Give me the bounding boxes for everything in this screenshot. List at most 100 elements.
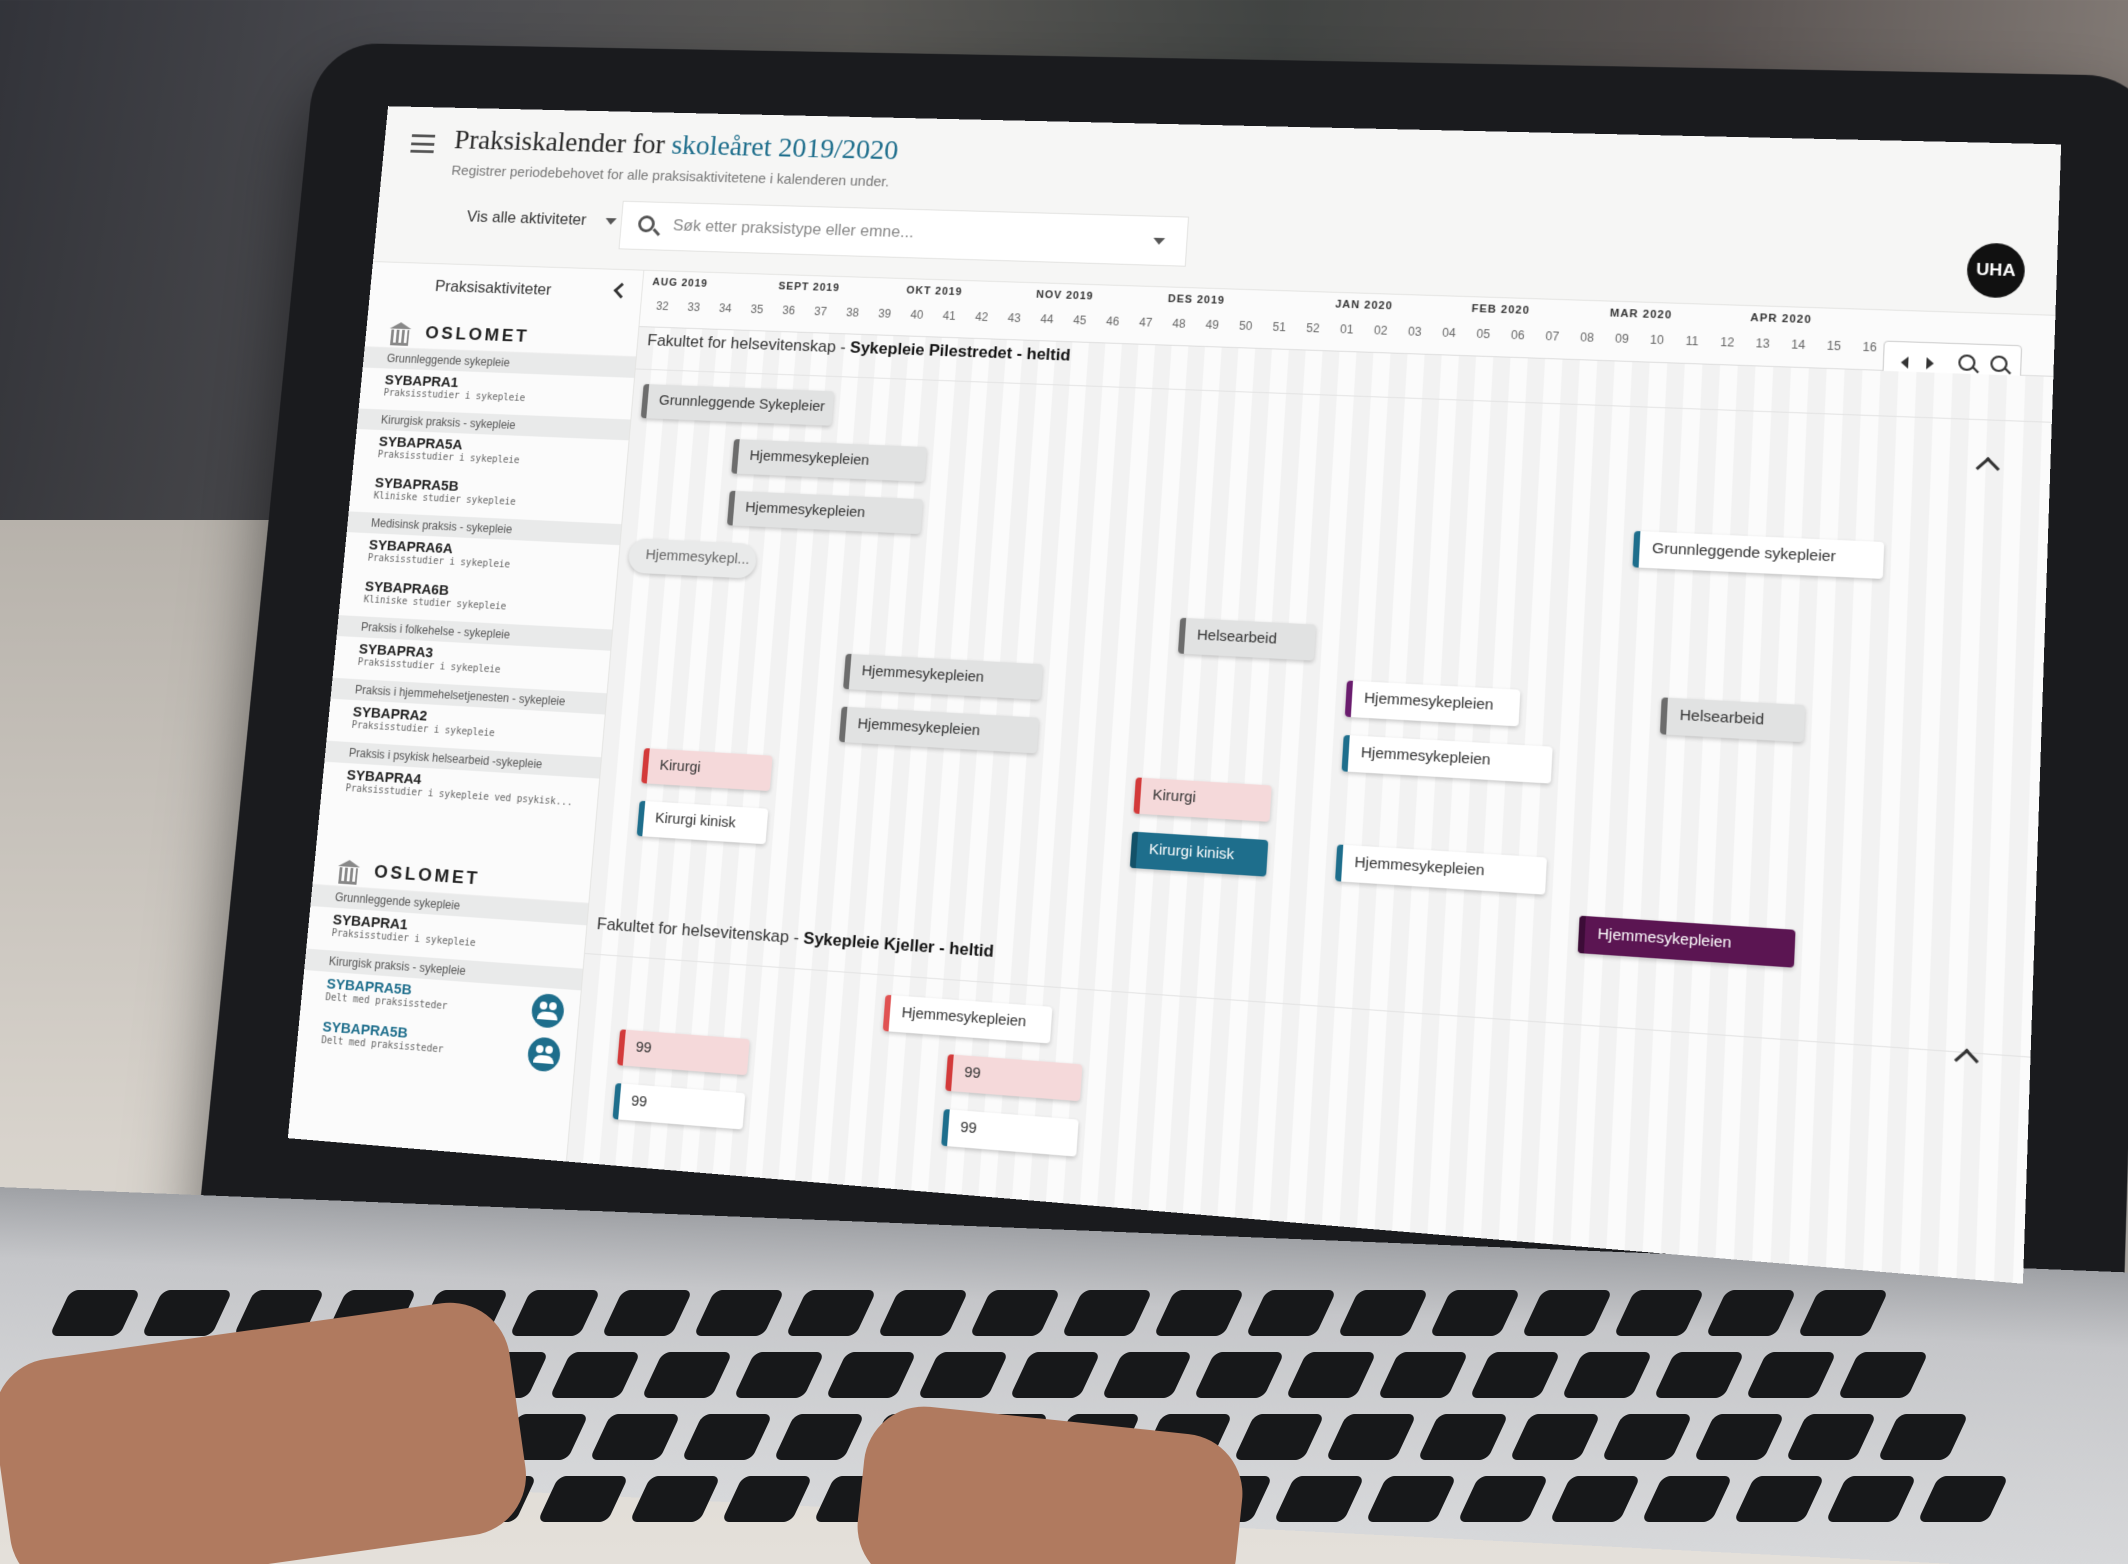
chevron-down-icon [604, 218, 617, 225]
week-number: 04 [1441, 325, 1457, 340]
keyboard-key [1285, 1352, 1377, 1398]
sidebar-org-name: OSLOMET [424, 322, 531, 347]
app-screen: Praksiskalender for skoleåret 2019/2020 … [287, 106, 2062, 1284]
week-number: 42 [974, 310, 989, 324]
avatar[interactable]: UHA [1966, 242, 2026, 299]
keyboard-key [1705, 1290, 1797, 1336]
institution-icon [389, 322, 412, 343]
keyboard-key [969, 1290, 1061, 1336]
activity-bar[interactable]: Helsearbeid [1177, 617, 1316, 661]
week-number: 34 [718, 301, 733, 316]
activity-bar[interactable]: Kirurgi [1133, 777, 1272, 822]
keyboard-key [785, 1290, 877, 1336]
week-number: 44 [1040, 312, 1054, 327]
keyboard-key [1193, 1352, 1285, 1398]
activity-bar[interactable]: Kirurgi [641, 748, 773, 792]
keyboard-key [1693, 1414, 1785, 1460]
activity-bar[interactable]: Hjemmesykepleien [843, 653, 1043, 700]
activity-bar[interactable]: 99 [945, 1054, 1083, 1102]
keyboard-key [877, 1290, 969, 1336]
keyboard-key [1825, 1476, 1917, 1522]
keyboard-key [1153, 1290, 1245, 1336]
week-number: 37 [813, 304, 828, 319]
keyboard-key [1745, 1352, 1837, 1398]
next-arrow-icon[interactable] [1926, 357, 1935, 370]
activity-bar[interactable]: Hjemmesykepleien [726, 490, 923, 535]
keyboard-key [589, 1414, 681, 1460]
keyboard-key [509, 1290, 601, 1336]
keyboard-key [1601, 1414, 1693, 1460]
keyboard-key [917, 1352, 1009, 1398]
activity-bar[interactable]: 99 [941, 1109, 1079, 1157]
week-number: 10 [1649, 332, 1665, 348]
week-number: 38 [845, 305, 860, 320]
keyboard-key [825, 1352, 917, 1398]
week-number: 05 [1476, 326, 1491, 342]
keyboard-key [1733, 1476, 1825, 1522]
month-label: AUG 2019 [651, 276, 709, 290]
keyboard-key [1457, 1476, 1549, 1522]
activity-bar[interactable]: Hjemmesykepleien [838, 706, 1040, 754]
hamburger-menu-icon[interactable] [410, 134, 436, 154]
activity-bar[interactable]: Grunnleggende sykepleier [1632, 530, 1885, 579]
keyboard-key [1877, 1414, 1969, 1460]
section-program: Sykepleie Pilestredet - heltid [849, 338, 1072, 365]
activity-bar[interactable]: Hjemmesykepleien [1577, 915, 1796, 968]
search-input[interactable]: Søk etter praksistype eller emne... [618, 200, 1190, 267]
week-number: 52 [1305, 321, 1321, 336]
activity-bar[interactable]: Hjemmesykepleien [1335, 844, 1547, 895]
page-title: Praksiskalender for skoleåret 2019/2020 [453, 124, 900, 167]
activity-bar[interactable]: Kirurgi kinisk [1129, 831, 1269, 877]
month-label: NOV 2019 [1035, 289, 1094, 303]
week-number: 09 [1614, 331, 1630, 346]
keyboard-key [629, 1476, 721, 1522]
zoom-out-icon[interactable] [1990, 355, 2008, 373]
keyboard-key [549, 1352, 641, 1398]
week-number: 47 [1138, 315, 1153, 330]
keyboard-key [1337, 1290, 1429, 1336]
activity-filter-dropdown[interactable]: Vis alle aktiviteter [466, 208, 617, 231]
week-number: 03 [1407, 324, 1422, 339]
search-placeholder: Søk etter praksistype eller emne... [672, 216, 915, 242]
keyboard-key [733, 1352, 825, 1398]
activity-bar[interactable]: 99 [617, 1029, 750, 1076]
keyboard-key [601, 1290, 693, 1336]
keyboard-key [1245, 1290, 1337, 1336]
month-label: DES 2019 [1167, 293, 1226, 307]
week-number: 45 [1072, 313, 1087, 328]
week-number: 33 [687, 300, 701, 315]
keyboard-key [1377, 1352, 1469, 1398]
chevron-left-icon[interactable] [613, 282, 630, 299]
keyboard-key [1549, 1476, 1641, 1522]
keyboard-key [1797, 1290, 1889, 1336]
section-title: Fakultet for helsevitenskap - Sykepleie … [596, 914, 994, 962]
week-number: 01 [1339, 322, 1354, 337]
keyboard-key [1101, 1352, 1193, 1398]
activity-bar[interactable]: Hjemmesykepleien [731, 439, 927, 482]
institution-icon [337, 859, 361, 882]
activity-bar[interactable]: Hjemmesykepleien [1341, 734, 1553, 784]
previous-arrow-icon[interactable] [1900, 356, 1909, 369]
keyboard-key [773, 1414, 865, 1460]
keyboard-key [1837, 1352, 1929, 1398]
month-label: FEB 2020 [1471, 303, 1531, 317]
activity-bar[interactable]: Helsearbeid [1659, 697, 1806, 743]
activity-bar[interactable]: Hjemmesykepl... [627, 537, 758, 579]
section-program: Sykepleie Kjeller - heltid [802, 928, 995, 961]
page-title-accent: skoleåret 2019/2020 [670, 129, 900, 166]
keyboard-key [537, 1476, 629, 1522]
week-number: 06 [1510, 328, 1525, 343]
activity-filter-label: Vis alle aktiviteter [466, 207, 588, 229]
week-number: 32 [655, 299, 670, 313]
activity-bar[interactable]: Hjemmesykepleien [882, 994, 1053, 1044]
chevron-up-icon[interactable] [1975, 456, 2000, 481]
activity-bar[interactable]: Grunnleggende Sykepleier [640, 383, 835, 426]
zoom-in-icon[interactable] [1958, 354, 1976, 372]
activity-bar[interactable]: 99 [612, 1083, 746, 1130]
chevron-down-icon[interactable] [1153, 237, 1166, 245]
keyboard-key [681, 1414, 773, 1460]
sidebar-header: Praksisaktiviteter [369, 262, 644, 316]
activity-bar[interactable]: Kirurgi kinisk [636, 800, 769, 845]
keyboard-key [1273, 1476, 1365, 1522]
activity-bar[interactable]: Hjemmesykepleien [1344, 680, 1521, 727]
